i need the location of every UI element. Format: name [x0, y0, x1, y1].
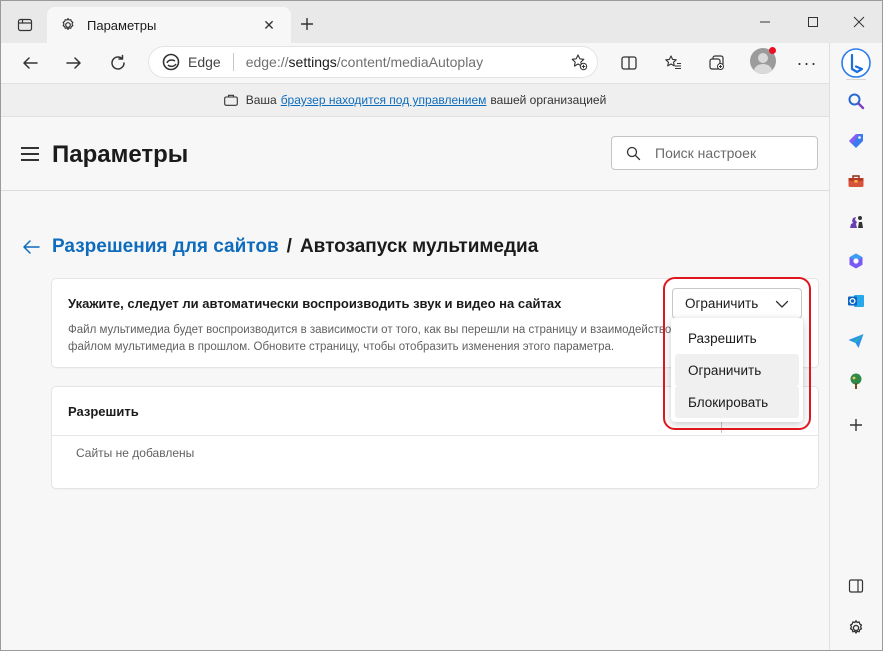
allow-list-empty: Сайты не добавлены [76, 446, 195, 460]
sidebar-item-tools[interactable] [843, 168, 869, 194]
autoplay-description-line-1: Файл мультимедиа будет воспроизводится в… [68, 324, 688, 336]
close-window-button[interactable] [836, 7, 882, 37]
sidebar-item-outlook[interactable] [843, 288, 869, 314]
refresh-button[interactable] [102, 47, 134, 79]
autoplay-description: Файл мультимедиа будет воспроизводится в… [68, 322, 688, 356]
arrow-left-icon [23, 240, 40, 254]
sidebar-toggle-button[interactable] [843, 573, 869, 599]
sidebar-add-button[interactable] [843, 412, 869, 438]
url-prefix: edge:// [245, 54, 289, 70]
collections-icon [709, 55, 724, 70]
back-to-permissions-button[interactable] [19, 235, 43, 259]
tab-title: Параметры [87, 17, 157, 33]
add-favorite-button[interactable] [568, 51, 590, 73]
search-input[interactable] [655, 145, 805, 161]
briefcase-icon [223, 94, 238, 106]
sidebar-item-games[interactable] [843, 208, 869, 234]
sidebar-item-office[interactable] [843, 248, 869, 274]
arrow-right-icon [66, 57, 81, 69]
sidebar [829, 43, 882, 650]
address-brand: Edge [188, 54, 221, 70]
autoplay-description-line-2: файлом мультимедиа в прошлом. Обновите с… [68, 341, 615, 353]
autoplay-select[interactable]: Ограничить [672, 288, 802, 319]
browser-window: Параметры ✕ Edge edge://settings/content… [0, 0, 883, 651]
tag-icon [849, 134, 863, 148]
address-url[interactable]: edge://settings/content/mediaAutoplay [246, 54, 483, 70]
tab-actions-button[interactable] [9, 10, 41, 40]
plus-icon [850, 419, 862, 431]
tree-icon [850, 373, 862, 389]
favorites-icon [665, 55, 681, 70]
notification-dot [769, 47, 776, 54]
plus-icon [301, 18, 313, 30]
office-icon [849, 253, 863, 269]
sidebar-item-send[interactable] [843, 328, 869, 354]
sidebar-settings-button[interactable] [843, 615, 869, 641]
breadcrumb-current: Автозапуск мультимедиа [299, 236, 539, 257]
sidebar-item-search[interactable] [843, 88, 869, 114]
managed-info-bar: Ваша браузер находится под управлением в… [1, 83, 829, 117]
new-tab-button[interactable] [295, 12, 319, 36]
sidebar-separator [846, 79, 866, 80]
chess-icon [850, 216, 863, 228]
back-button[interactable] [14, 47, 46, 79]
favorites-button[interactable] [657, 47, 689, 79]
edge-logo-icon [162, 53, 180, 71]
autoplay-dropdown: Разрешить Ограничить Блокировать [671, 318, 803, 422]
send-icon [848, 334, 864, 348]
menu-icon[interactable] [21, 147, 39, 161]
bing-chat-button[interactable] [840, 47, 872, 79]
maximize-button[interactable] [790, 7, 836, 37]
refresh-icon [111, 54, 125, 70]
sidebar-item-tree[interactable] [843, 368, 869, 394]
gear-icon [59, 16, 77, 34]
split-screen-button[interactable] [613, 47, 645, 79]
forward-button[interactable] [58, 47, 90, 79]
minimize-icon [760, 21, 770, 23]
autoplay-selected-value: Ограничить [685, 296, 759, 311]
split-screen-icon [621, 56, 637, 70]
collections-button[interactable] [701, 47, 733, 79]
close-icon [853, 16, 865, 28]
address-bar[interactable]: Edge edge://settings/content/mediaAutopl… [148, 46, 598, 78]
star-add-icon [571, 54, 588, 71]
close-tab-button[interactable]: ✕ [257, 13, 281, 37]
option-limit[interactable]: Ограничить [675, 354, 799, 386]
sidebar-item-shopping[interactable] [843, 128, 869, 154]
panel-icon [848, 579, 864, 593]
option-block[interactable]: Блокировать [675, 386, 799, 418]
outlook-icon [848, 295, 864, 307]
url-host: settings [288, 54, 337, 70]
option-allow[interactable]: Разрешить [675, 322, 799, 354]
maximize-icon [808, 17, 818, 27]
page-title: Параметры [52, 141, 189, 168]
toolbar: Edge edge://settings/content/mediaAutopl… [1, 43, 829, 83]
breadcrumb-parent-link[interactable]: Разрешения для сайтов [52, 236, 279, 258]
tab-settings[interactable]: Параметры ✕ [47, 7, 291, 43]
chevron-down-icon [775, 300, 789, 308]
minimize-button[interactable] [742, 7, 788, 37]
managed-text-after: вашей организацией [490, 93, 607, 107]
search-icon [848, 93, 865, 110]
breadcrumb: Разрешения для сайтов / Автозапуск мульт… [19, 233, 538, 261]
divider [52, 435, 818, 436]
bing-icon [841, 48, 871, 78]
toolbox-icon [848, 175, 864, 187]
arrow-left-icon [23, 57, 38, 69]
url-path: /content/mediaAutoplay [336, 54, 484, 70]
address-separator [232, 53, 234, 71]
settings-header: Параметры [1, 117, 829, 191]
gear-icon [849, 620, 863, 634]
breadcrumb-separator: / [286, 236, 292, 257]
managed-text-before: Ваша [245, 93, 277, 107]
autoplay-title: Укажите, следует ли автоматически воспро… [68, 296, 562, 311]
search-icon [626, 146, 641, 160]
tab-actions-icon [17, 18, 33, 32]
allow-list-header: Разрешить [68, 404, 139, 419]
managed-link[interactable]: браузер находится под управлением [281, 93, 487, 107]
title-bar: Параметры ✕ [1, 1, 882, 43]
more-button[interactable]: ··· [791, 47, 823, 79]
settings-search[interactable] [611, 136, 818, 170]
